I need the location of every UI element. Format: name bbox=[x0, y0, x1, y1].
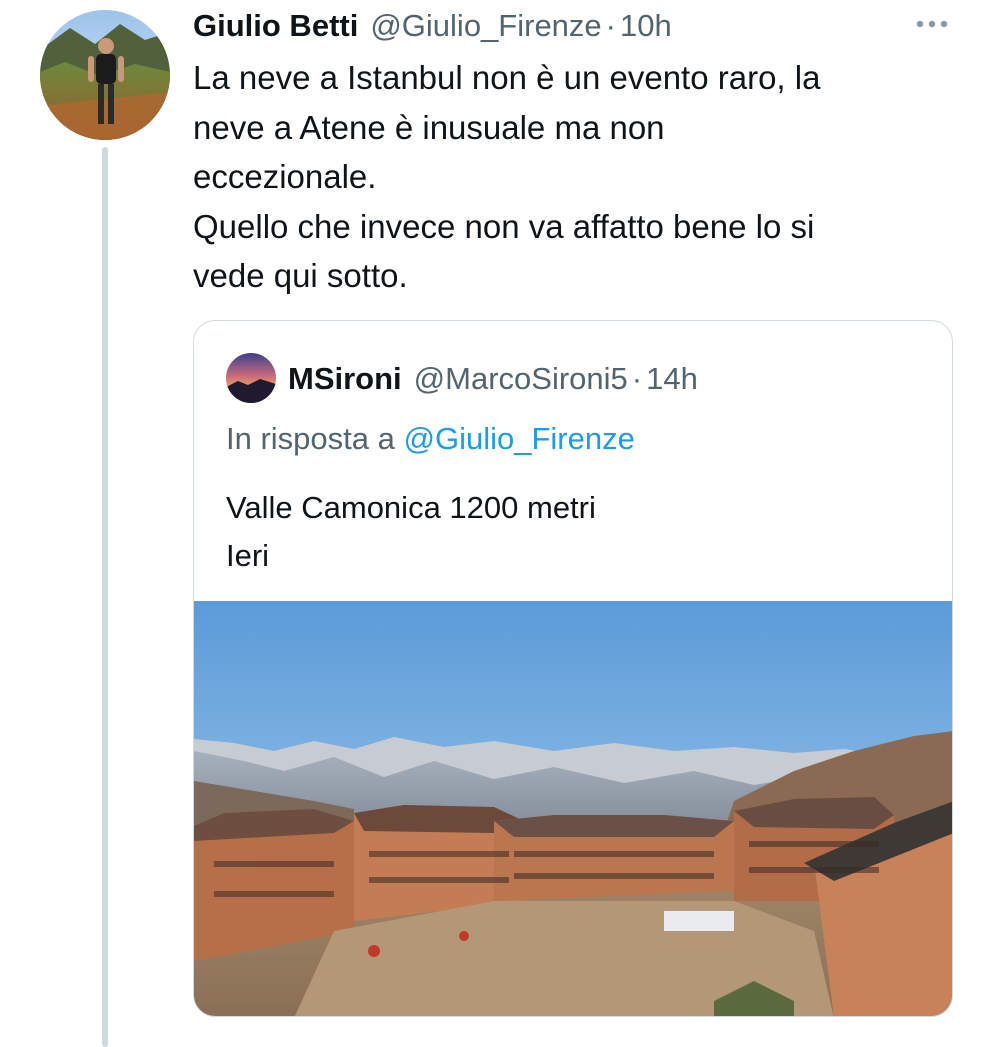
reply-context: In risposta a @Giulio_Firenze bbox=[226, 421, 635, 457]
tweet-text: La neve a Istanbul non è un evento raro,… bbox=[193, 53, 953, 301]
quoted-author-handle[interactable]: @MarcoSironi5 bbox=[414, 361, 628, 397]
quoted-text-line: Ieri bbox=[226, 538, 270, 573]
quoted-tweet-timestamp[interactable]: 14h bbox=[646, 361, 698, 397]
author-handle[interactable]: @Giulio_Firenze bbox=[370, 8, 601, 44]
quoted-author-name[interactable]: MSironi bbox=[288, 361, 402, 397]
quoted-tweet-card[interactable]: MSironi @MarcoSironi5 · 14h In risposta … bbox=[193, 320, 953, 1017]
tweet-text-line: neve a Atene è inusuale ma non bbox=[193, 108, 665, 146]
quoted-avatar-sunset-photo bbox=[226, 353, 276, 403]
quoted-author-avatar[interactable] bbox=[226, 353, 276, 403]
tweet-timestamp[interactable]: 10h bbox=[620, 8, 672, 44]
tweet-text-line: Quello che invece non va affatto bene lo… bbox=[193, 207, 815, 245]
reply-mention-link[interactable]: @Giulio_Firenze bbox=[404, 421, 635, 456]
quoted-text-line: Valle Camonica 1200 metri bbox=[226, 490, 596, 525]
quoted-tweet-photo[interactable] bbox=[194, 601, 953, 1017]
author-avatar[interactable] bbox=[40, 10, 170, 140]
more-options-button[interactable] bbox=[912, 14, 952, 34]
more-horizontal-icon bbox=[916, 20, 948, 28]
tweet-header: Giulio Betti @Giulio_Firenze · 10h bbox=[193, 4, 672, 48]
reply-prefix: In risposta a bbox=[226, 421, 395, 456]
separator-dot: · bbox=[631, 361, 643, 396]
tweet-text-line: La neve a Istanbul non è un evento raro,… bbox=[193, 59, 821, 96]
tweet-text-line: vede qui sotto. bbox=[193, 257, 408, 294]
author-avatar-photo bbox=[40, 10, 170, 140]
thread-connector-line bbox=[102, 147, 108, 1047]
tweet-text-line: eccezionale. bbox=[193, 158, 377, 195]
quoted-tweet-text: Valle Camonica 1200 metri Ieri bbox=[226, 484, 596, 580]
author-name[interactable]: Giulio Betti bbox=[193, 8, 358, 44]
separator-dot: · bbox=[605, 8, 616, 43]
quoted-tweet-header: MSironi @MarcoSironi5 · 14h bbox=[288, 357, 698, 401]
